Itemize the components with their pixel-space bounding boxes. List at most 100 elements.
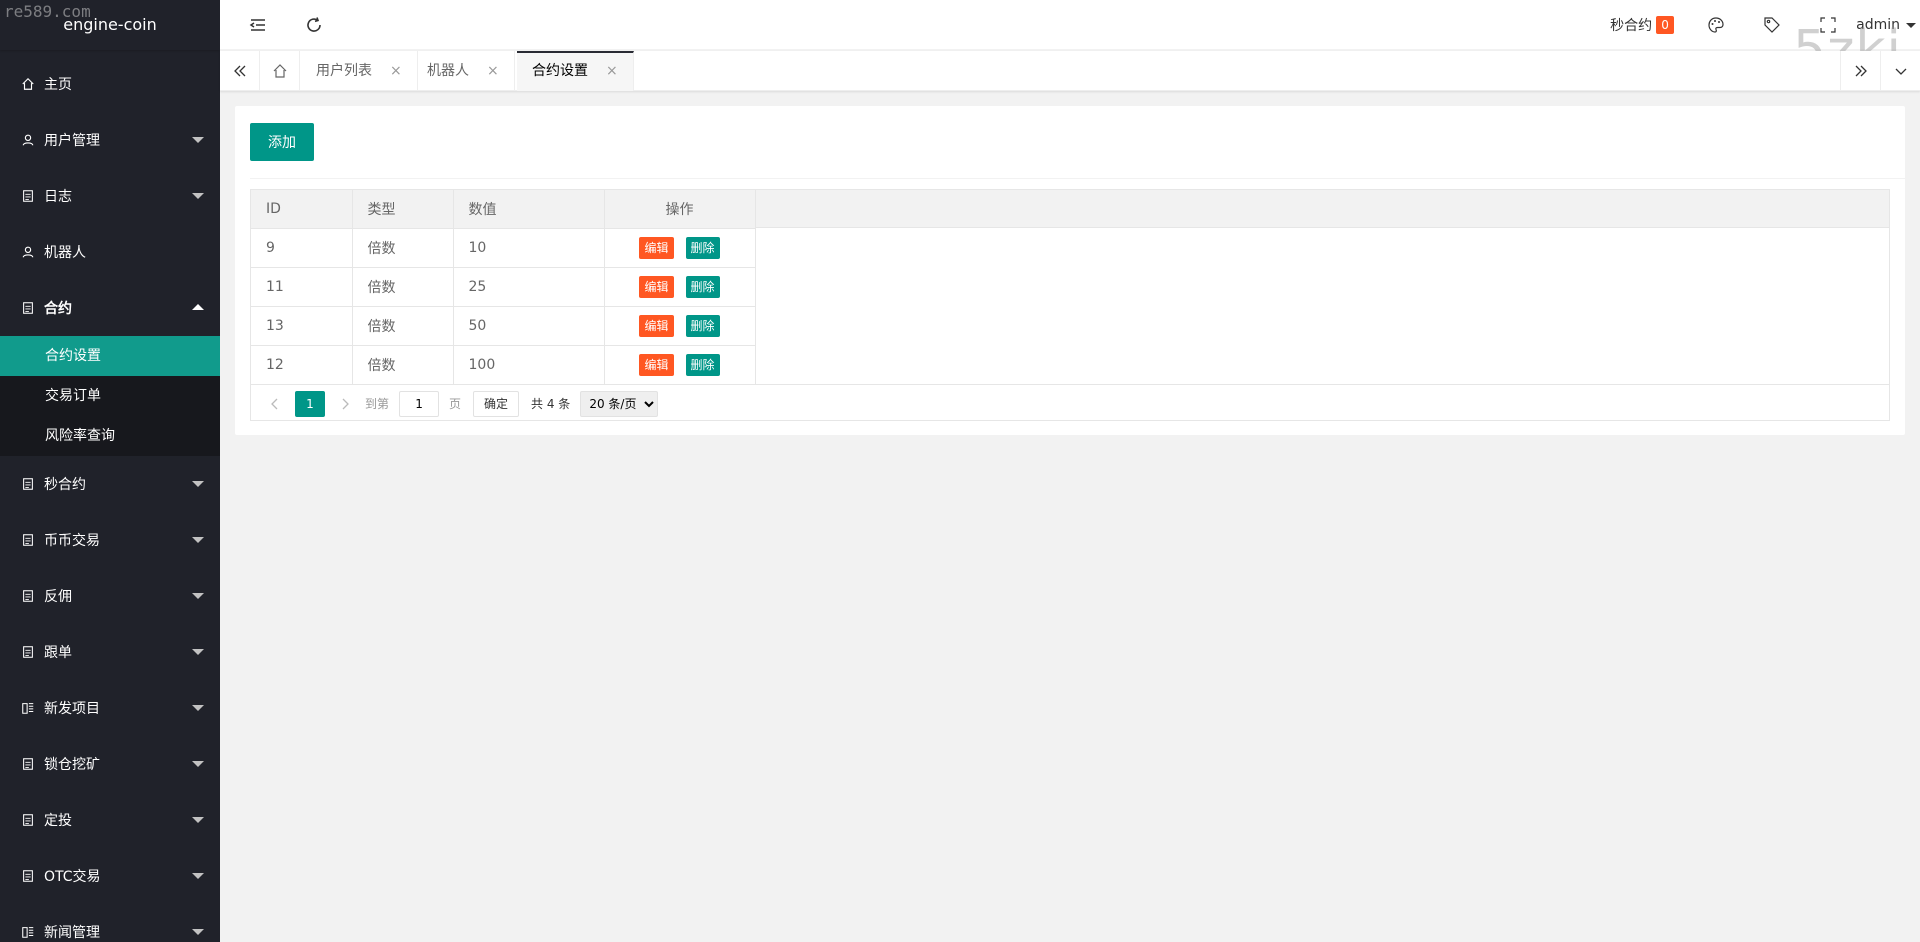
cell-id: 12 [251,345,353,385]
sidebar-item-news[interactable]: 新闻管理 [0,904,220,942]
caret-down-icon [192,761,204,767]
col-header-type[interactable]: 类型 [352,190,454,229]
menu-toggle-icon[interactable] [246,13,270,37]
refresh-icon[interactable] [302,13,326,37]
caret-down-icon [1906,22,1916,28]
watermark-top-left: re589.com [4,2,91,21]
cell-actions: 编辑 删除 [604,306,756,346]
prev-page-chevron-left-icon[interactable] [261,390,289,418]
logo[interactable]: re589.com engine-coin [0,0,220,50]
second-contract-link[interactable]: 秒合约 [1610,15,1652,35]
cell-type: 倍数 [352,267,454,307]
sidebar-item-copy-trading[interactable]: 跟单 [0,624,220,680]
cell-id: 9 [251,228,353,268]
sidebar-item-staking-mining[interactable]: 锁仓挖矿 [0,736,220,792]
sidebar-item-home[interactable]: 主页 [0,56,220,112]
col-header-value[interactable]: 数值 [453,190,605,229]
goto-page-input[interactable] [399,390,440,417]
cell-actions: 编辑 删除 [604,267,756,307]
sidebar-item-label: 新发项目 [44,701,100,717]
user-icon [20,132,36,148]
col-header-actions: 操作 [604,190,756,229]
cell-actions: 编辑 删除 [604,345,756,385]
delete-button[interactable]: 删除 [685,314,720,337]
cell-actions: 编辑 删除 [604,228,756,268]
sidebar-item-rebate[interactable]: 反佣 [0,568,220,624]
close-icon[interactable]: × [606,63,618,79]
delete-button[interactable]: 删除 [685,353,720,376]
goto-confirm-button[interactable]: 确定 [473,390,520,417]
cell-id: 13 [251,306,353,346]
sidebar-item-label: 日志 [44,189,72,205]
content-card: 添加 ID 类型 数值 操作 9 倍数 10 编辑 删除 11 倍数 25 编辑… [235,106,1905,435]
add-button[interactable]: 添加 [250,123,314,161]
cell-type: 倍数 [352,228,454,268]
tab-contract-settings[interactable]: 合约设置 × [517,51,634,91]
caret-down-icon [192,873,204,879]
sidebar-item-new-projects[interactable]: 新发项目 [0,680,220,736]
edit-button[interactable]: 编辑 [639,236,674,259]
caret-down-icon [192,929,204,935]
sidebar-item-logs[interactable]: 日志 [0,168,220,224]
cell-value: 25 [453,267,605,307]
user-name: admin [1856,17,1900,33]
tag-icon[interactable] [1760,13,1784,37]
caret-down-icon [192,649,204,655]
sidebar-item-spot-trading[interactable]: 币币交易 [0,512,220,568]
edit-button[interactable]: 编辑 [639,275,674,298]
sidebar-item-label: 合约 [44,301,72,317]
cell-id: 11 [251,267,353,307]
sidebar-item-label: 主页 [44,77,72,93]
sidebar-item-otc[interactable]: OTC交易 [0,848,220,904]
sidebar-item-label: 定投 [44,813,72,829]
subnav-item-trade-orders[interactable]: 交易订单 [0,376,220,416]
user-icon [20,244,36,260]
tabs-scroll-left-icon[interactable] [220,51,260,91]
sidebar-item-label: 机器人 [44,245,86,261]
delete-button[interactable]: 删除 [685,236,720,259]
cell-value: 100 [453,345,605,385]
doc-icon [20,476,36,492]
sidebar-item-label: 秒合约 [44,477,86,493]
tabs-scroll-right-icon[interactable] [1840,51,1880,91]
col-header-id[interactable]: ID [251,190,353,229]
tab-home-icon[interactable] [260,51,300,91]
table-row: 12 倍数 100 编辑 删除 [251,345,756,385]
page-unit-label: 页 [449,397,462,411]
tab-robot[interactable]: 机器人 × [412,51,515,91]
next-page-chevron-right-icon[interactable] [331,390,359,418]
sidebar-item-second-contract[interactable]: 秒合约 [0,456,220,512]
subnav-item-contract-settings[interactable]: 合约设置 [0,336,220,376]
page-number-current[interactable]: 1 [295,390,325,417]
subnav-item-risk-query[interactable]: 风险率查询 [0,416,220,456]
sidebar-item-label: 用户管理 [44,133,100,149]
caret-down-icon [192,593,204,599]
list-icon [20,700,36,716]
caret-down-icon [192,537,204,543]
doc-icon [20,188,36,204]
tab-label: 用户列表 [316,63,372,79]
edit-button[interactable]: 编辑 [639,353,674,376]
user-menu[interactable]: admin [1856,17,1916,33]
tabs-menu-chevron-down-icon[interactable] [1880,51,1920,91]
fullscreen-icon[interactable] [1816,13,1840,37]
sidebar-item-user-management[interactable]: 用户管理 [0,112,220,168]
sidebar-item-auto-invest[interactable]: 定投 [0,792,220,848]
sidebar-item-label: 锁仓挖矿 [44,757,100,773]
data-table: ID 类型 数值 操作 9 倍数 10 编辑删除 11 倍数 25 编辑删除 [250,189,1890,421]
sidebar-item-robot[interactable]: 机器人 [0,224,220,280]
table-row: 11 倍数 25 编辑 删除 [251,267,756,307]
doc-icon [20,756,36,772]
theme-palette-icon[interactable] [1704,13,1728,37]
page-size-select[interactable]: 20 条/页 [580,390,659,417]
edit-button[interactable]: 编辑 [639,314,674,337]
caret-up-icon [192,304,204,310]
close-icon[interactable]: × [390,63,402,79]
sidebar-item-contract[interactable]: 合约 [0,280,220,336]
tab-user-list[interactable]: 用户列表 × [301,51,418,91]
table-header-row: ID 类型 数值 操作 [251,190,756,229]
close-icon[interactable]: × [487,63,499,79]
home-icon [20,76,36,92]
delete-button[interactable]: 删除 [685,275,720,298]
caret-down-icon [192,137,204,143]
